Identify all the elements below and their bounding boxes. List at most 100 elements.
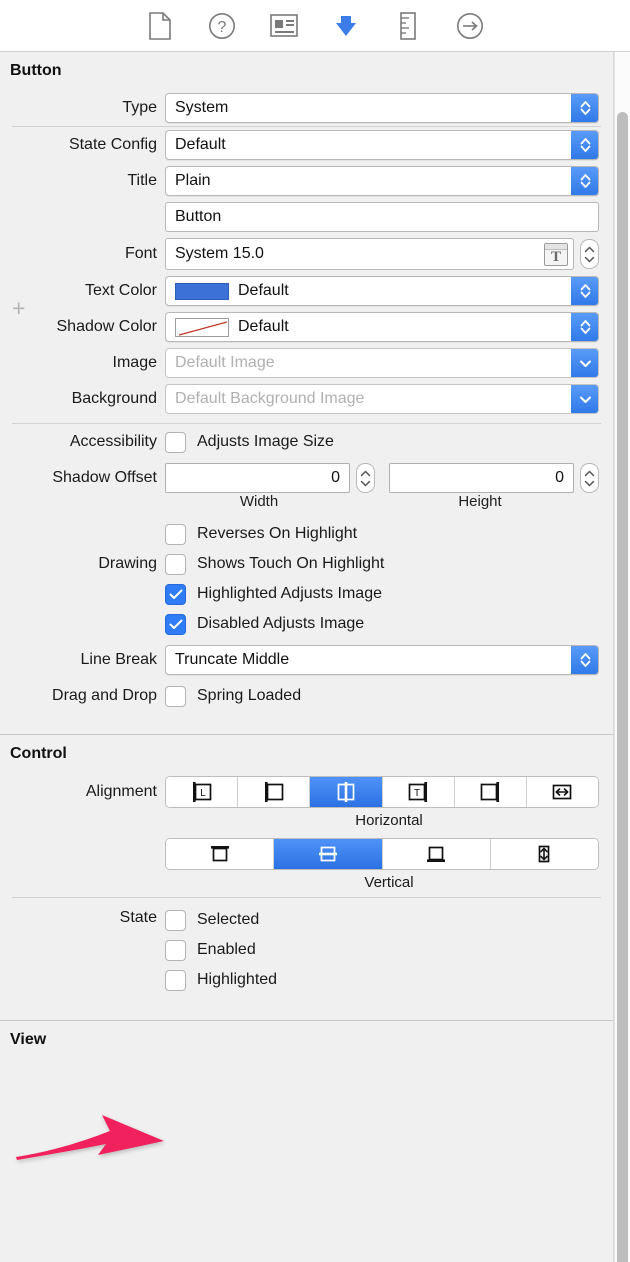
section-header-button: Button	[10, 62, 62, 79]
chevron-updown-icon	[571, 313, 598, 341]
drawing-checkbox-row[interactable]: Highlighted Adjusts Image	[165, 579, 382, 609]
type-popup-button[interactable]: System	[165, 93, 599, 123]
reverses-on-highlight-checkbox[interactable]	[165, 523, 186, 545]
image-combo-box[interactable]: Default Image	[165, 348, 599, 378]
enabled-checkbox[interactable]	[165, 939, 186, 961]
background-combo-box[interactable]: Default Background Image	[165, 384, 599, 414]
background-placeholder: Default Background Image	[175, 390, 365, 407]
chevron-down-icon	[571, 385, 598, 413]
spring-loaded-checkbox[interactable]	[165, 685, 186, 707]
font-picker-icon-letter: T	[550, 249, 561, 265]
inspector-toolbar: ?	[0, 0, 630, 52]
enabled-label: Enabled	[197, 941, 256, 958]
svg-text:?: ?	[218, 19, 227, 36]
caption-vertical: Vertical	[364, 874, 414, 891]
scrollbar-thumb[interactable]	[617, 112, 628, 1262]
align-trailing-icon[interactable]: T	[382, 777, 455, 807]
chevron-updown-icon	[571, 277, 598, 305]
row-type: Type System	[0, 90, 613, 126]
align-middle-icon[interactable]	[274, 839, 383, 869]
size-inspector-icon[interactable]	[393, 11, 423, 41]
title-text-input[interactable]: Button	[165, 202, 599, 232]
shadow-color-popup-button[interactable]: Default	[165, 312, 599, 342]
vertical-scrollbar[interactable]	[614, 52, 630, 1262]
chevron-updown-icon	[571, 131, 598, 159]
svg-text:T: T	[414, 788, 420, 799]
row-text-color: Text Color Default	[0, 273, 613, 309]
line-break-popup-button[interactable]: Truncate Middle	[165, 645, 599, 675]
row-title-text: . Button	[0, 199, 613, 235]
state-checkbox-row[interactable]: Selected	[165, 905, 259, 935]
shows-touch-on-highlight-label: Shows Touch On Highlight	[197, 555, 385, 572]
align-left-icon[interactable]	[238, 777, 311, 807]
text-color-swatch	[175, 282, 229, 300]
shadow-offset-width-input[interactable]: 0	[165, 463, 350, 493]
font-value: System 15.0	[175, 245, 264, 262]
connections-inspector-icon[interactable]	[455, 11, 485, 41]
align-center-icon[interactable]	[310, 777, 383, 807]
text-color-value: Default	[238, 282, 289, 299]
add-variation-button[interactable]: +	[12, 297, 25, 320]
label-drag-and-drop: Drag and Drop	[52, 687, 157, 704]
drawing-checkbox-row[interactable]: Reverses On Highlight	[165, 519, 357, 549]
drawing-checkbox-row[interactable]: Disabled Adjusts Image	[165, 609, 364, 639]
text-color-popup-button[interactable]: Default	[165, 276, 599, 306]
selected-checkbox[interactable]	[165, 909, 186, 931]
font-input[interactable]: System 15.0 T	[165, 238, 574, 270]
shows-touch-on-highlight-checkbox[interactable]	[165, 553, 186, 575]
highlighted-adjusts-image-checkbox[interactable]	[165, 583, 186, 605]
row-line-break: Line Break Truncate Middle	[0, 642, 613, 678]
row-accessibility: Accessibility Adjusts Image Size	[0, 424, 613, 460]
accessibility-checkbox-row[interactable]: Adjusts Image Size	[165, 427, 334, 457]
attributes-inspector-icon[interactable]	[331, 11, 361, 41]
row-shadow-color: Shadow Color Default	[0, 309, 613, 345]
row-drag-and-drop: Drag and Drop Spring Loaded	[0, 678, 613, 714]
drawing-checkbox-row[interactable]: Shows Touch On Highlight	[165, 549, 384, 579]
state-checkbox-row[interactable]: Highlighted	[165, 965, 277, 995]
adjusts-image-size-checkbox[interactable]	[165, 431, 186, 453]
disabled-adjusts-image-label: Disabled Adjusts Image	[197, 615, 365, 632]
align-left-leading-icon[interactable]: L	[166, 777, 239, 807]
line-break-value: Truncate Middle	[175, 651, 290, 668]
state-config-popup-button[interactable]: Default	[165, 130, 599, 160]
control-section-body: Alignment L T Horizontal Vertical State …	[0, 771, 613, 1004]
font-picker-icon[interactable]: T	[544, 243, 568, 266]
row-font: Font System 15.0 T	[0, 235, 613, 273]
type-value: System	[175, 99, 229, 116]
vertical-alignment-segmented-control[interactable]	[165, 838, 599, 870]
shadow-offset-width-stepper[interactable]	[356, 463, 375, 493]
adjusts-image-size-label: Adjusts Image Size	[197, 433, 334, 450]
disabled-adjusts-image-checkbox[interactable]	[165, 613, 186, 635]
identity-inspector-icon[interactable]	[269, 11, 299, 41]
section-header-control: Control	[10, 745, 67, 762]
label-title: Title	[127, 172, 157, 189]
state-checkbox-row[interactable]: Enabled	[165, 935, 256, 965]
caption-width: Width	[239, 493, 279, 510]
drag-and-drop-checkbox-row[interactable]: Spring Loaded	[165, 681, 301, 711]
row-alignment-horizontal: Alignment L T	[0, 773, 613, 808]
highlighted-label: Highlighted	[197, 971, 278, 988]
title-style-popup-button[interactable]: Plain	[165, 166, 599, 196]
shadow-offset-height-input[interactable]: 0	[389, 463, 574, 493]
row-drawing: Drawing Reverses On Highlight Shows Touc…	[0, 516, 613, 642]
chevron-updown-icon	[571, 646, 598, 674]
label-alignment: Alignment	[85, 783, 157, 800]
image-placeholder: Default Image	[175, 354, 275, 371]
align-fill-horizontal-icon[interactable]	[526, 777, 598, 807]
caption-height: Height	[458, 493, 502, 510]
horizontal-alignment-segmented-control[interactable]: L T	[165, 776, 599, 808]
label-font: Font	[124, 245, 157, 262]
shadow-offset-height-stepper[interactable]	[580, 463, 599, 493]
section-header-view: View	[10, 1031, 47, 1048]
row-state-config: State Config Default	[0, 127, 613, 163]
row-state: State Selected Enabled Highlighted	[0, 898, 613, 998]
file-inspector-icon[interactable]	[145, 11, 175, 41]
align-bottom-icon[interactable]	[382, 839, 491, 869]
row-alignment-vertical: .	[0, 835, 613, 870]
align-top-icon[interactable]	[166, 839, 275, 869]
quick-help-icon[interactable]: ?	[207, 11, 237, 41]
align-right-icon[interactable]	[454, 777, 527, 807]
align-fill-vertical-icon[interactable]	[490, 839, 598, 869]
highlighted-checkbox[interactable]	[165, 969, 186, 991]
font-size-stepper[interactable]	[580, 239, 599, 269]
